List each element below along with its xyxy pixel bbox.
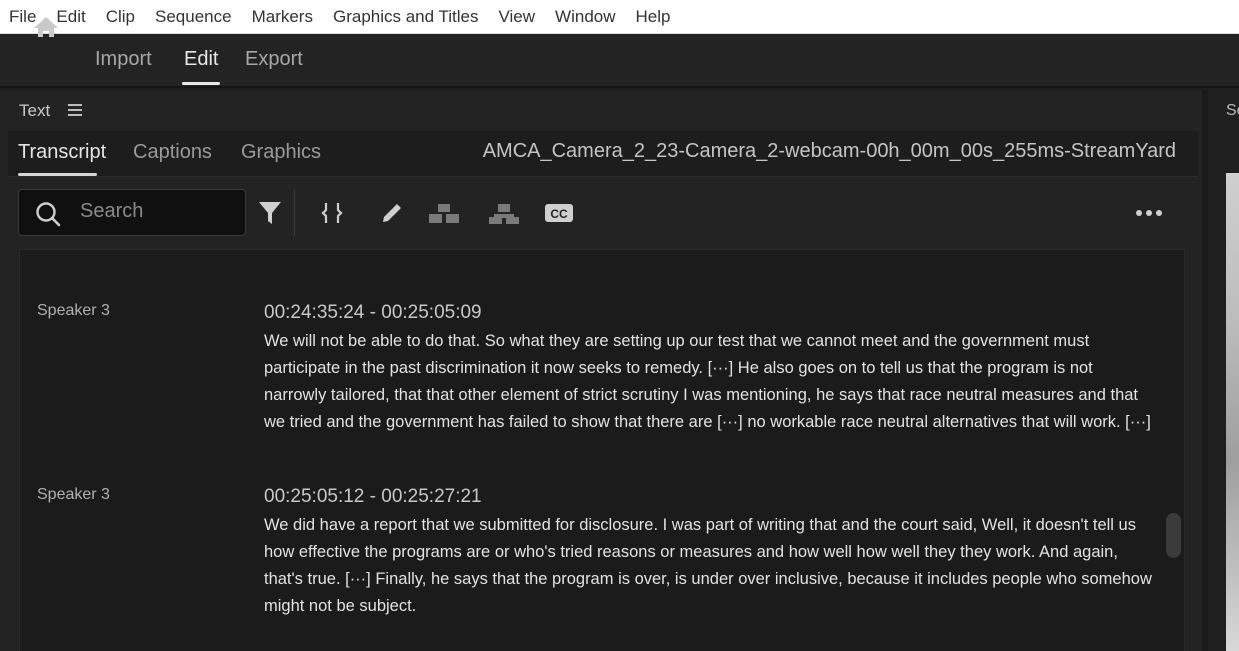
edit-button[interactable] — [376, 197, 408, 229]
menu-view[interactable]: View — [490, 0, 547, 34]
active-tab-indicator — [182, 82, 220, 85]
search-input[interactable] — [80, 197, 230, 225]
menu-markers[interactable]: Markers — [243, 0, 324, 34]
speaker-label[interactable]: Speaker 3 — [37, 486, 110, 504]
sequence-panel-title: Se — [1226, 102, 1239, 119]
more-options-button[interactable] — [1134, 197, 1164, 229]
home-icon[interactable] — [32, 15, 60, 39]
svg-text:CC: CC — [550, 207, 568, 221]
segment-timecode: 00:25:05:12 - 00:25:27:21 — [264, 486, 482, 507]
toolbar-divider — [294, 190, 295, 236]
menu-bar: File Edit Clip Sequence Markers Graphics… — [0, 0, 1239, 34]
menu-clip[interactable]: Clip — [97, 0, 146, 34]
split-speaker-button[interactable] — [485, 197, 523, 229]
menu-sequence[interactable]: Sequence — [146, 0, 243, 34]
panel-title: Text — [19, 101, 51, 120]
more-options-icon — [1136, 210, 1162, 216]
panel-menu-icon[interactable] — [68, 104, 82, 116]
captions-button[interactable]: CC — [543, 197, 575, 229]
split-segment-icon — [321, 203, 343, 223]
menu-help[interactable]: Help — [627, 0, 682, 34]
program-monitor-preview — [1226, 173, 1239, 651]
segment-timecode: 00:24:35:24 - 00:25:05:09 — [264, 302, 482, 323]
speaker-label[interactable]: Speaker 3 — [37, 302, 110, 320]
scrollbar-thumb[interactable] — [1166, 513, 1181, 558]
tab-captions[interactable]: Captions — [133, 141, 212, 164]
filter-button[interactable] — [256, 197, 284, 229]
edit-pencil-icon — [383, 204, 401, 222]
split-speaker-icon — [489, 204, 519, 224]
transcript-tab-indicator — [18, 173, 97, 176]
search-icon — [36, 202, 61, 227]
transcript-list[interactable]: Speaker 3 00:24:35:24 - 00:25:05:09 We w… — [19, 249, 1185, 651]
tab-edit[interactable]: Edit — [184, 48, 218, 71]
merge-segments-button[interactable] — [425, 197, 463, 229]
split-segment-button[interactable] — [318, 197, 346, 229]
menu-window[interactable]: Window — [546, 0, 626, 34]
merge-segments-icon — [429, 204, 459, 223]
tab-export[interactable]: Export — [245, 48, 303, 71]
menu-graphics-and-titles[interactable]: Graphics and Titles — [324, 0, 490, 34]
tab-transcript[interactable]: Transcript — [18, 141, 106, 164]
cc-icon: CC — [545, 204, 573, 222]
tab-import[interactable]: Import — [95, 48, 152, 71]
segment-text[interactable]: We did have a report that we submitted f… — [264, 512, 1154, 620]
segment-text[interactable]: We will not be able to do that. So what … — [264, 328, 1154, 436]
tab-graphics[interactable]: Graphics — [241, 141, 321, 164]
clip-name: AMCA_Camera_2_23-Camera_2-webcam-00h_00m… — [482, 140, 1176, 162]
filter-icon — [259, 202, 281, 224]
